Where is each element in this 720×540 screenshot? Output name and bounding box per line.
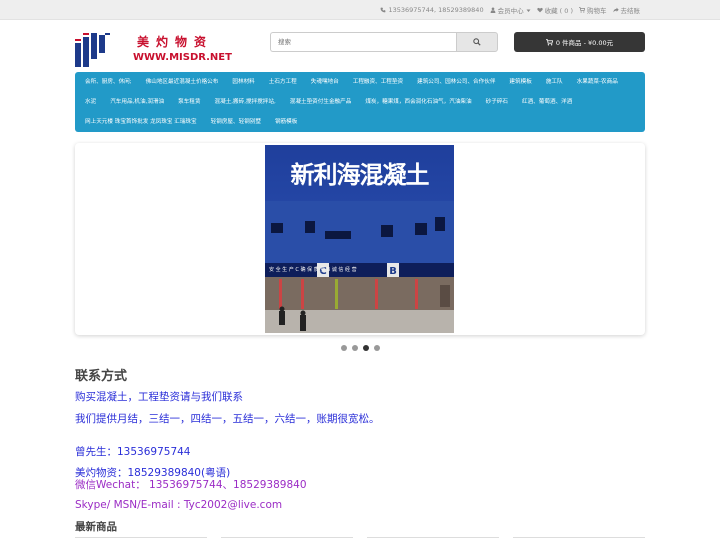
category-item[interactable]: 会所、厨房、休闲; bbox=[85, 72, 132, 92]
category-item[interactable]: 施工队 bbox=[546, 72, 563, 92]
contact-line-2: 我们提供月结，三结一，四结一，五结一，六结一，账期很宽松。 bbox=[75, 413, 380, 425]
category-item[interactable]: 混凝土,搬砖,搅拌搅拌站, bbox=[215, 92, 276, 112]
category-item[interactable]: 建筑模板 bbox=[509, 72, 531, 92]
logo-chinese: 美灼物资 bbox=[137, 35, 214, 49]
category-item[interactable]: 网上天元楼 珠宝首饰批发 龙凤珠宝 汇瑞珠宝 bbox=[85, 112, 197, 132]
contact-line-1: 购买混凝土，工程垫资请与我们联系 bbox=[75, 391, 243, 403]
phone-text: 13536975744, 18529389840 bbox=[388, 6, 484, 14]
account-label: 会员中心 bbox=[497, 7, 524, 15]
category-item[interactable]: 土石方工程 bbox=[269, 72, 297, 92]
category-item[interactable]: 失魂嘿地台 bbox=[311, 72, 339, 92]
category-item[interactable]: 水果蔬菜-农商品 bbox=[577, 72, 618, 92]
category-item[interactable]: 红酒、葡萄酒、洋酒 bbox=[522, 92, 572, 112]
heart-icon bbox=[536, 7, 543, 13]
slide-strip-text: 安 全 生 产 C 确 保 质 量 B 诚 信 经 营 bbox=[269, 267, 357, 273]
category-item[interactable]: 工程融资、工程垫资 bbox=[353, 72, 403, 92]
cart-label: 购物车 bbox=[587, 7, 607, 15]
latest-products-heading: 最新商品 bbox=[75, 521, 117, 533]
wishlist-link[interactable]: 收藏 ( 0 ) bbox=[536, 5, 573, 15]
cart-icon bbox=[579, 7, 585, 13]
cart-button[interactable]: 0 件商品 - ¥0.00元 bbox=[514, 32, 645, 52]
category-item[interactable]: 泵车租赁 bbox=[178, 92, 200, 112]
phone-icon bbox=[381, 7, 386, 13]
slide-dot[interactable] bbox=[374, 345, 380, 351]
slideshow-pagination bbox=[341, 345, 380, 351]
search-button[interactable] bbox=[456, 32, 498, 52]
category-item[interactable]: 佛山地区最近混凝土价格公布 bbox=[146, 72, 219, 92]
logo-english: WWW.MISDR.NET bbox=[133, 52, 232, 63]
cart-total: 0 件商品 - ¥0.00元 bbox=[555, 39, 614, 47]
search-input[interactable] bbox=[270, 32, 457, 52]
slide-dot[interactable] bbox=[352, 345, 358, 351]
slide-image[interactable]: C B 新利海混凝土 安 全 生 产 C 确 保 质 量 B 诚 信 经 营 bbox=[265, 145, 454, 333]
category-item[interactable]: 建筑公司、园林公司、合作伙伴 bbox=[417, 72, 495, 92]
logo-bars-icon bbox=[75, 33, 110, 67]
slide-dot[interactable] bbox=[341, 345, 347, 351]
category-item[interactable]: 钢筋模板 bbox=[275, 112, 297, 132]
share-icon bbox=[612, 7, 619, 13]
contact-heading: 联系方式 bbox=[75, 369, 128, 384]
slideshow[interactable]: C B 新利海混凝土 安 全 生 产 C 确 保 质 量 B 诚 信 经 营 bbox=[75, 143, 645, 335]
category-item[interactable]: 煤炭，糖果煤，西会润化石油气，汽油柴油 bbox=[365, 92, 471, 112]
category-item[interactable]: 轻钢房屋、轻钢别墅 bbox=[211, 112, 261, 132]
caret-down-icon bbox=[526, 9, 531, 12]
account-dropdown[interactable]: 会员中心 bbox=[490, 5, 531, 15]
contact-email[interactable]: Skype/ MSN/E-mail : Tyc2002@live.com bbox=[75, 499, 282, 511]
slide-dot-active[interactable] bbox=[363, 345, 369, 351]
slide-sign-text: 新利海混凝土 bbox=[290, 160, 430, 189]
contact-phone: 曾先生：13536975744 bbox=[75, 446, 191, 458]
category-menu: 会所、厨房、休闲; 佛山地区最近混凝土价格公布 园林材料 土石方工程 失魂嘿地台… bbox=[75, 72, 645, 132]
search-bar bbox=[270, 32, 498, 52]
site-logo[interactable]: 美灼物资 WWW.MISDR.NET bbox=[75, 31, 232, 67]
top-bar: 13536975744, 18529389840 会员中心 收藏 ( 0 ) 购… bbox=[0, 0, 720, 20]
category-item[interactable]: 水泥 bbox=[85, 92, 96, 112]
checkout-link[interactable]: 去结账 bbox=[612, 5, 641, 15]
wishlist-label: 收藏 ( 0 ) bbox=[544, 7, 573, 15]
shopping-cart-link[interactable]: 购物车 bbox=[579, 5, 607, 15]
search-icon bbox=[473, 38, 481, 46]
user-icon bbox=[490, 7, 495, 13]
top-links: 13536975744, 18529389840 会员中心 收藏 ( 0 ) 购… bbox=[380, 5, 640, 15]
category-item[interactable]: 汽车用品,机油,润滑油 bbox=[110, 92, 164, 112]
phone-link[interactable]: 13536975744, 18529389840 bbox=[380, 6, 484, 14]
category-item[interactable]: 砂子碎石 bbox=[486, 92, 508, 112]
checkout-label: 去结账 bbox=[620, 7, 641, 15]
svg-text:B: B bbox=[389, 266, 397, 277]
category-item[interactable]: 园林材料 bbox=[232, 72, 254, 92]
contact-wechat: 微信Wechat： 13536975744、18529389840 bbox=[75, 479, 307, 491]
cart-icon bbox=[545, 38, 553, 46]
category-item[interactable]: 混凝土垫资付生金融产品 bbox=[290, 92, 352, 112]
